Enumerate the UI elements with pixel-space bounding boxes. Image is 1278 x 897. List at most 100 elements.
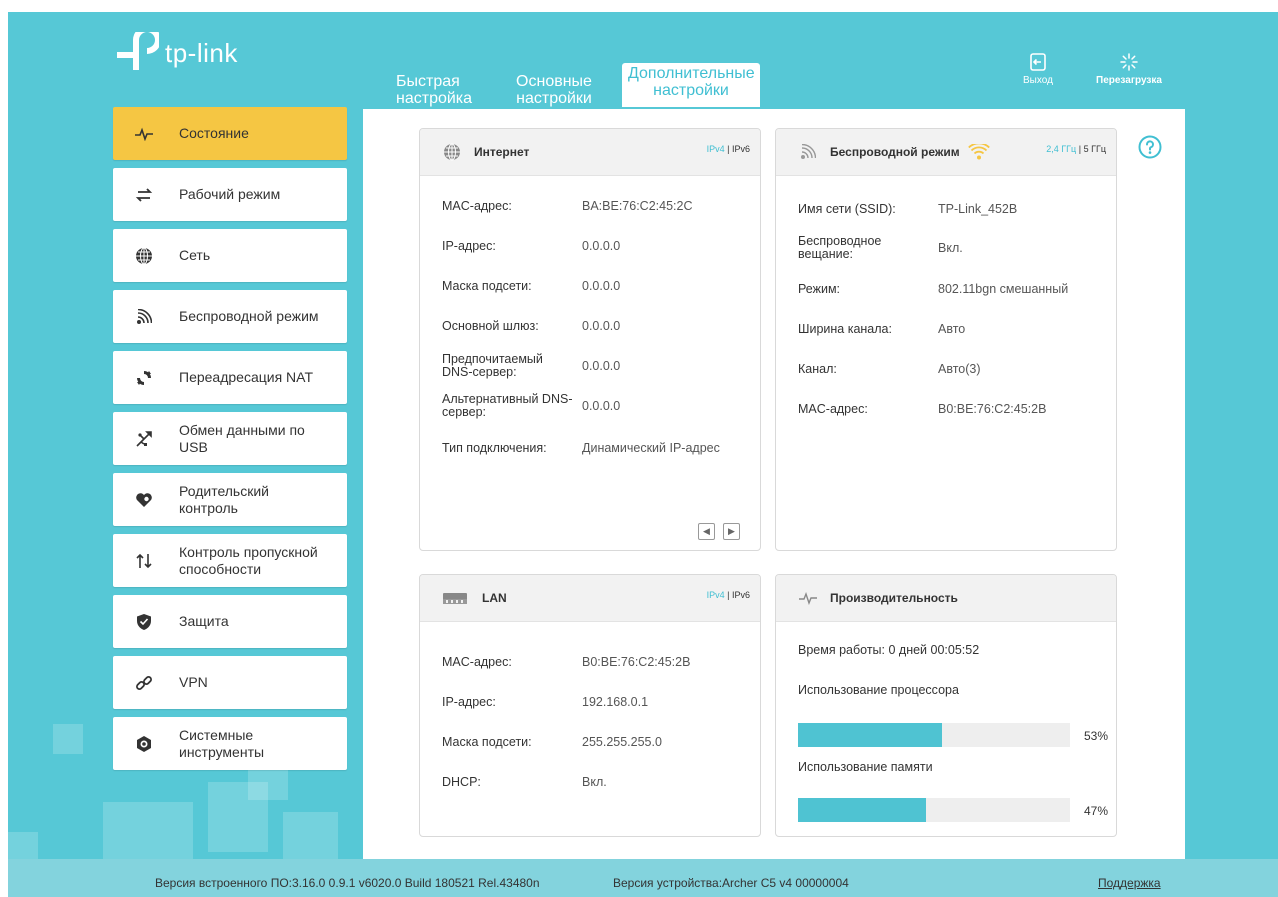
shield-icon bbox=[135, 613, 153, 631]
tab-label: Быстрая bbox=[396, 73, 460, 90]
row-key: DHCP: bbox=[442, 774, 481, 789]
tab-basic[interactable]: Основные настройки bbox=[504, 73, 604, 107]
card-title: Производительность bbox=[830, 591, 958, 605]
tab-advanced[interactable]: Дополнительные настройки bbox=[622, 63, 760, 107]
row-key: Маска подсети: bbox=[442, 278, 532, 293]
help-icon[interactable] bbox=[1138, 135, 1162, 159]
row-value: B0:BE:76:C2:45:2B bbox=[938, 402, 1047, 416]
row-key: Предпочитаемый DNS-сервер: bbox=[442, 352, 543, 379]
tab-label: настройки bbox=[516, 90, 592, 107]
info-row: IP-адрес: 192.168.0.1 bbox=[442, 695, 648, 709]
sidebar-item-label: VPN bbox=[179, 674, 208, 690]
uptime: Время работы: 0 дней 00:05:52 bbox=[798, 643, 979, 657]
memory-usage-fill bbox=[798, 798, 926, 822]
separator: | bbox=[727, 590, 730, 600]
link-icon bbox=[135, 674, 153, 692]
info-row: Тип подключения: Динамический IP-адрес bbox=[442, 441, 720, 455]
info-row: Альтернативный DNS-сервер: 0.0.0.0 bbox=[442, 393, 620, 419]
band-5ghz-toggle[interactable]: 5 ГГц bbox=[1084, 144, 1106, 154]
info-row: Имя сети (SSID): TP-Link_452B bbox=[798, 202, 1017, 216]
row-value: Динамический IP-адрес bbox=[582, 441, 720, 455]
band-switch: 2,4 ГГц | 5 ГГц bbox=[1046, 144, 1106, 154]
card-title: LAN bbox=[482, 591, 507, 605]
row-value: 0.0.0.0 bbox=[582, 239, 621, 253]
sidebar-item-bandwidth-control[interactable]: Контроль пропускной способности bbox=[113, 534, 347, 587]
sidebar-item-status[interactable]: Состояние bbox=[113, 107, 347, 160]
next-page-button[interactable]: ▶ bbox=[723, 523, 740, 540]
tab-label: Основные bbox=[516, 73, 592, 90]
hardware-version: Версия устройства:Archer C5 v4 00000004 bbox=[613, 876, 849, 890]
info-row: Маска подсети: 0.0.0.0 bbox=[442, 279, 620, 293]
row-key: Канал: bbox=[798, 361, 837, 376]
row-value: 0.0.0.0 bbox=[582, 319, 621, 333]
sidebar-item-security[interactable]: Защита bbox=[113, 595, 347, 648]
ipv6-toggle[interactable]: IPv6 bbox=[732, 590, 750, 600]
sidebar-item-label: Состояние bbox=[179, 125, 249, 141]
info-row: MAC-адрес: B0:BE:76:C2:45:2B bbox=[798, 402, 1046, 416]
separator: | bbox=[1078, 144, 1082, 154]
lan-card-header: LAN IPv4 | IPv6 bbox=[420, 575, 760, 622]
row-key: Беспроводное вещание: bbox=[798, 234, 882, 261]
decor-square bbox=[53, 724, 83, 754]
sidebar-item-label: Системные инструменты bbox=[179, 726, 265, 760]
sidebar-item-vpn[interactable]: VPN bbox=[113, 656, 347, 709]
wireless-card-header: Беспроводной режим 2,4 ГГц | 5 ГГц bbox=[776, 129, 1116, 176]
info-row: MAC-адрес: BA:BE:76:C2:45:2C bbox=[442, 199, 692, 213]
sidebar-item-label: Контроль пропускной способности bbox=[179, 543, 318, 577]
tp-link-logo[interactable]: tp-link bbox=[113, 32, 238, 74]
globe-icon bbox=[135, 247, 153, 265]
sidebar-item-label: Рабочий режим bbox=[179, 186, 281, 202]
ipv6-toggle[interactable]: IPv6 bbox=[732, 144, 750, 154]
reboot-button[interactable]: Перезагрузка bbox=[1096, 52, 1162, 86]
sidebar-item-system-tools[interactable]: Системные инструменты bbox=[113, 717, 347, 770]
row-value: 0.0.0.0 bbox=[582, 279, 621, 293]
info-row: Режим: 802.11bgn смешанный bbox=[798, 282, 1068, 296]
info-row: MAC-адрес: B0:BE:76:C2:45:2B bbox=[442, 655, 690, 669]
sidebar-item-operation-mode[interactable]: Рабочий режим bbox=[113, 168, 347, 221]
brand-name: tp-link bbox=[165, 37, 238, 68]
memory-usage-label: Использование памяти bbox=[798, 760, 933, 774]
decor-square bbox=[8, 832, 38, 862]
row-key: MAC-адрес: bbox=[442, 198, 512, 213]
row-value: 0.0.0.0 bbox=[582, 399, 621, 413]
row-value: Авто(3) bbox=[938, 362, 981, 376]
nat-icon bbox=[135, 369, 153, 387]
tab-quick-setup[interactable]: Быстрая настройка bbox=[388, 73, 474, 107]
performance-card-header: Производительность bbox=[776, 575, 1116, 622]
ipv4-toggle[interactable]: IPv4 bbox=[707, 590, 725, 600]
ip-version-switch: IPv4 | IPv6 bbox=[707, 144, 750, 154]
sidebar-item-wireless[interactable]: Беспроводной режим bbox=[113, 290, 347, 343]
sidebar-item-network[interactable]: Сеть bbox=[113, 229, 347, 282]
firmware-version: Версия встроенного ПО:3.16.0 0.9.1 v6020… bbox=[155, 876, 540, 890]
logout-label: Выход bbox=[1023, 75, 1053, 86]
sidebar-item-parental-control[interactable]: Родительский контроль bbox=[113, 473, 347, 526]
main-tabs: Быстрая настройка Основные настройки Доп… bbox=[388, 63, 760, 107]
ip-version-switch: IPv4 | IPv6 bbox=[707, 590, 750, 600]
memory-usage-bar bbox=[798, 798, 1070, 822]
row-key: Режим: bbox=[798, 281, 841, 296]
sidebar-item-label: Сеть bbox=[179, 247, 211, 263]
sidebar-item-label: Родительский контроль bbox=[179, 482, 269, 516]
memory-usage-text: Использование памяти bbox=[798, 760, 933, 774]
wifi-icon bbox=[798, 142, 818, 162]
row-value: B0:BE:76:C2:45:2B bbox=[582, 655, 691, 669]
reboot-label: Перезагрузка bbox=[1096, 75, 1162, 86]
sidebar-item-label: Защита bbox=[179, 613, 229, 629]
band-24ghz-toggle[interactable]: 2,4 ГГц bbox=[1046, 144, 1076, 154]
internet-card-header: Интернет IPv4 | IPv6 bbox=[420, 129, 760, 176]
wireless-card: Беспроводной режим 2,4 ГГц | 5 ГГц Имя с… bbox=[775, 128, 1117, 551]
row-value: Авто bbox=[938, 322, 966, 336]
sidebar: Состояние Рабочий режим Сеть Беспроводно… bbox=[113, 107, 347, 778]
sidebar-item-nat[interactable]: Переадресация NAT bbox=[113, 351, 347, 404]
prev-page-button[interactable]: ◀ bbox=[698, 523, 715, 540]
support-link[interactable]: Поддержка bbox=[1098, 876, 1161, 890]
info-row: DHCP: Вкл. bbox=[442, 775, 607, 789]
tab-label: настройка bbox=[396, 90, 473, 107]
logout-icon bbox=[1030, 53, 1046, 71]
logout-button[interactable]: Выход bbox=[1023, 52, 1053, 86]
ipv4-toggle[interactable]: IPv4 bbox=[707, 144, 725, 154]
reboot-icon bbox=[1120, 53, 1138, 71]
cpu-usage-bar bbox=[798, 723, 1070, 747]
row-value: 192.168.0.1 bbox=[582, 695, 649, 709]
sidebar-item-usb[interactable]: Обмен данными по USB bbox=[113, 412, 347, 465]
